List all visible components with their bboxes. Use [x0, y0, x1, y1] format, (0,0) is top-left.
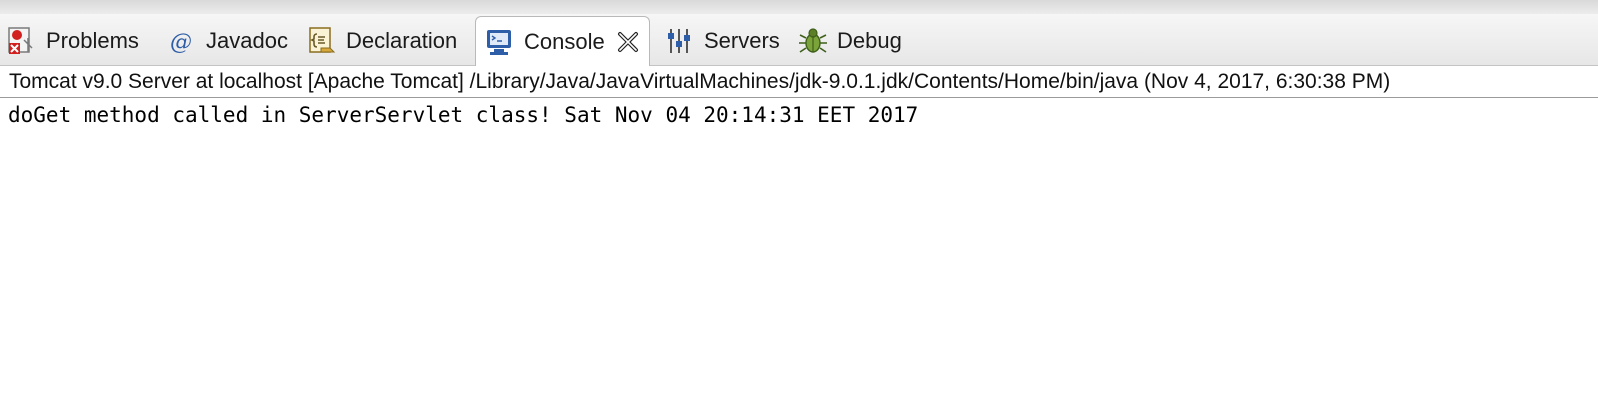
tab-javadoc[interactable]: @ Javadoc: [166, 20, 288, 62]
tab-label: Servers: [704, 28, 780, 53]
debug-icon: [799, 28, 827, 53]
tab-label: Debug: [837, 28, 902, 53]
javadoc-icon: @: [170, 30, 192, 55]
servers-icon: [668, 29, 690, 53]
console-output[interactable]: doGet method called in ServerServlet cla…: [0, 98, 1598, 406]
tab-servers[interactable]: Servers: [664, 20, 780, 62]
view-tab-bar: Problems @ Javadoc Declaration Console S…: [0, 14, 1598, 66]
tab-label: Console: [524, 28, 605, 54]
problems-icon: [8, 27, 33, 54]
close-icon[interactable]: [615, 29, 641, 55]
window-top-strip: [0, 0, 1598, 14]
tab-declaration[interactable]: Declaration: [306, 20, 457, 62]
tab-problems[interactable]: Problems: [6, 20, 139, 62]
tab-label: Declaration: [346, 28, 458, 53]
tab-console[interactable]: Console: [475, 16, 650, 66]
console-line: doGet method called in ServerServlet cla…: [8, 103, 919, 127]
tab-debug[interactable]: Debug: [797, 20, 902, 62]
tab-label: Problems: [46, 28, 139, 53]
declaration-icon: [309, 27, 336, 53]
console-icon: [487, 29, 511, 55]
svg-text:@: @: [170, 30, 192, 55]
console-process-label: Tomcat v9.0 Server at localhost [Apache …: [0, 66, 1598, 98]
tab-label: Javadoc: [206, 28, 288, 53]
